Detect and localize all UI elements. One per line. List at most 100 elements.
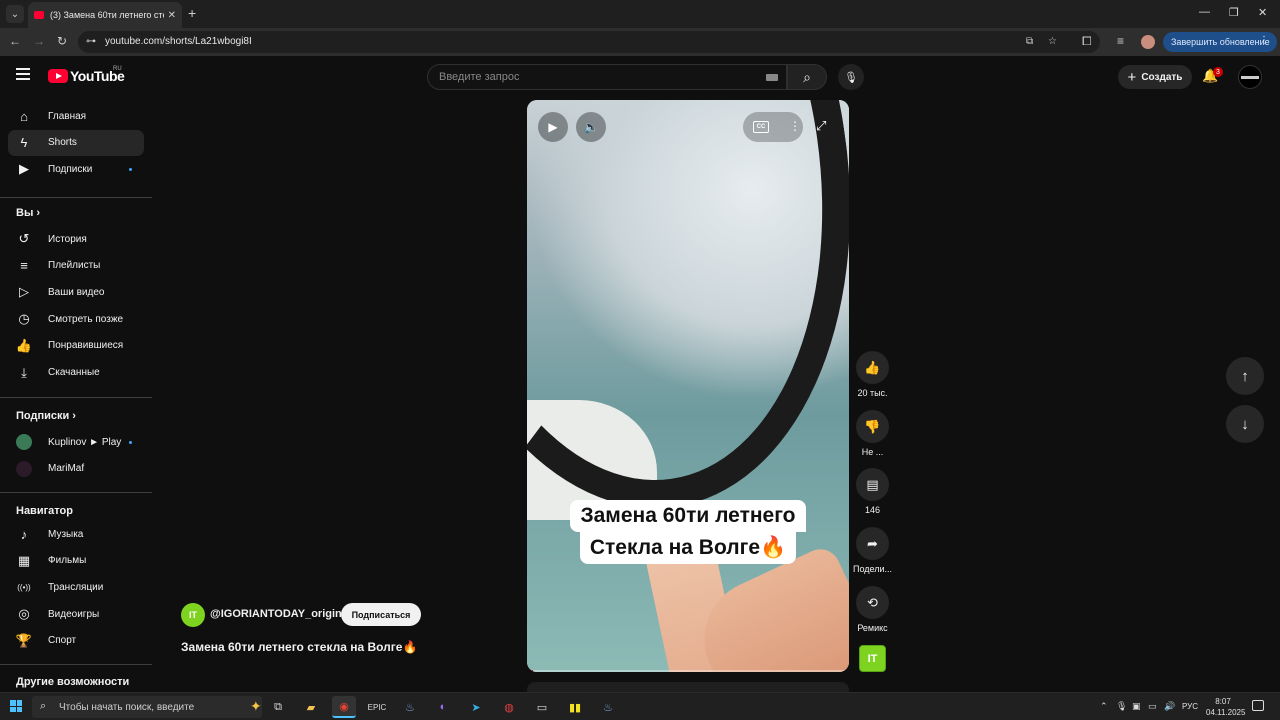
sidebar-item-movies[interactable]: ▦ Фильмы	[8, 548, 144, 574]
browser-tab[interactable]: (3) Замена 60ти летнего стекла ✕	[28, 2, 182, 28]
volume-tray-icon[interactable]: 🔊	[1164, 701, 1175, 712]
game-app-icon[interactable]: ▮▮	[563, 696, 587, 718]
back-icon[interactable]: ←	[9, 34, 21, 48]
address-bar[interactable]: ⊶ youtube.com/shorts/La21wbogi8I ⧉ ☆	[78, 31, 1100, 53]
bookmark-star-icon[interactable]: ☆	[1048, 36, 1057, 47]
captions-icon[interactable]: CC	[753, 121, 769, 133]
like-count: 20 тыс.	[857, 388, 888, 398]
url-text[interactable]: youtube.com/shorts/La21wbogi8I	[105, 36, 252, 47]
restore-icon[interactable]: ❐	[1229, 6, 1239, 19]
fullscreen-icon[interactable]: ⤢	[816, 118, 826, 134]
discord-icon[interactable]: ◐	[431, 696, 455, 718]
video-progress-fill	[527, 670, 534, 672]
channel-avatar[interactable]: IT	[181, 603, 205, 627]
sidebar-item-watch-later[interactable]: ◷ Смотреть позже	[8, 306, 144, 332]
taskbar-search-input[interactable]: ⌕ Чтобы начать поиск, введите ✦	[32, 696, 262, 718]
sidebar-item-gaming[interactable]: ◎ Видеоигры	[8, 601, 144, 627]
sidebar-item-label: Скачанные	[48, 367, 100, 378]
system-clock[interactable]: 8:07 04.11.2025	[1206, 696, 1246, 718]
subscribe-button[interactable]: Подписаться	[341, 603, 421, 626]
play-button[interactable]: ▶	[538, 112, 568, 142]
microphone-tray-icon[interactable]: 🎙	[1116, 701, 1127, 712]
windows-start-icon[interactable]	[10, 700, 22, 712]
input-language[interactable]: РУС	[1182, 702, 1198, 711]
comments-button[interactable]: ▤	[856, 468, 889, 501]
short-video-player[interactable]: ▶ 🔈 CC ⋮ ⤢ Замена 60ти летнего Стекла на…	[527, 100, 849, 672]
window-close-icon[interactable]: ✕	[1258, 6, 1267, 19]
youtube-favicon-icon	[34, 11, 44, 19]
extensions-icon[interactable]: ⧠	[1082, 34, 1092, 49]
browser-menu-icon[interactable]: ⋮	[1259, 35, 1269, 46]
tab-search-button[interactable]: ⌄	[6, 5, 24, 23]
media-controls-icon[interactable]: ≡	[1117, 34, 1124, 48]
tray-chevron-icon[interactable]: ⌃	[1100, 701, 1108, 712]
account-avatar[interactable]	[1238, 65, 1262, 89]
sidebar-item-home[interactable]: ⌂ Главная	[8, 103, 144, 129]
tab-title: (3) Замена 60ти летнего стекла	[50, 10, 164, 20]
telegram-icon[interactable]: ➤	[464, 696, 488, 718]
file-explorer-icon[interactable]: ▰	[299, 696, 323, 718]
next-short-button[interactable]: ↓	[1226, 405, 1264, 443]
search-input[interactable]: Введите запрос	[427, 64, 787, 90]
steam-app-icon[interactable]: ♨	[596, 696, 620, 718]
like-button[interactable]: 👍	[856, 351, 889, 384]
share-button[interactable]: ➦	[856, 527, 889, 560]
clock-date: 04.11.2025	[1206, 708, 1246, 717]
sidebar-section-subscriptions[interactable]: Подписки ›	[16, 410, 76, 422]
terminal-icon[interactable]: ▭	[530, 696, 554, 718]
previous-short-button[interactable]: ↑	[1226, 357, 1264, 395]
sidebar-item-label: Музыка	[48, 528, 84, 540]
forward-icon[interactable]: →	[33, 34, 45, 48]
network-tray-icon[interactable]: ▭	[1148, 701, 1157, 712]
search-button[interactable]: ⌕	[787, 64, 827, 90]
display-tray-icon[interactable]: ▣	[1132, 701, 1141, 712]
guide-menu-icon[interactable]	[16, 68, 32, 84]
downloads-icon: ⤓	[21, 364, 27, 380]
create-button[interactable]: + Создать	[1118, 65, 1192, 89]
sidebar-item-music[interactable]: ♪ Музыка	[8, 521, 144, 547]
sidebar-item-shorts[interactable]: ϟ Shorts	[8, 129, 144, 156]
sidebar-item-subscriptions[interactable]: ▶ Подписки	[8, 156, 144, 182]
sidebar-item-channel-1[interactable]: Kuplinov ► Play	[8, 429, 144, 455]
sidebar-item-liked[interactable]: 👍 Понравившиеся	[8, 333, 144, 359]
more-options-icon[interactable]: ⋮	[789, 119, 801, 133]
site-info-icon[interactable]: ⊶	[86, 36, 96, 47]
copilot-icon[interactable]: ✦	[250, 698, 262, 715]
sidebar-item-sports[interactable]: 🏆 Спорт	[8, 628, 144, 654]
sidebar-item-label: Ваши видео	[48, 286, 105, 298]
sidebar-item-history[interactable]: ↺ История	[8, 226, 144, 252]
plus-icon: +	[1127, 68, 1137, 86]
reload-icon[interactable]: ↻	[57, 34, 67, 48]
sidebar-item-your-videos[interactable]: ▷ Ваши видео	[8, 279, 144, 305]
update-button[interactable]: Завершить обновление ⋮	[1163, 32, 1277, 52]
obs-icon[interactable]: ◍	[497, 696, 521, 718]
sidebar-item-label: Главная	[48, 110, 87, 122]
profile-avatar[interactable]	[1141, 35, 1155, 49]
sidebar-item-downloads[interactable]: ⤓ Скачанные	[8, 360, 144, 386]
search-icon: ⌕	[803, 68, 811, 85]
minimize-icon[interactable]: —	[1199, 6, 1210, 18]
remix-button[interactable]: ⟲	[856, 586, 889, 619]
sidebar-item-live[interactable]: ((•)) Трансляции	[8, 574, 144, 600]
notification-center-icon[interactable]	[1252, 700, 1264, 711]
steam-icon[interactable]: ♨	[398, 696, 422, 718]
install-app-icon[interactable]: ⧉	[1026, 36, 1033, 47]
sidebar-item-label: Смотреть позже	[48, 313, 124, 325]
voice-search-button[interactable]: 🎙	[838, 64, 864, 90]
epic-games-icon[interactable]: EPIC	[365, 696, 389, 718]
task-view-icon[interactable]: ⧉	[266, 696, 290, 718]
new-tab-icon[interactable]: +	[188, 5, 196, 21]
chrome-icon[interactable]: ◉	[332, 696, 356, 718]
channel-thumbnail[interactable]: IT	[859, 645, 886, 672]
gaming-icon: ◎	[18, 606, 30, 622]
video-progress-bar[interactable]	[527, 670, 849, 672]
channel-handle[interactable]: @IGORIANTODAY_original	[210, 608, 351, 620]
mute-button[interactable]: 🔈	[576, 112, 606, 142]
tab-close-icon[interactable]: ✕	[168, 10, 176, 21]
dislike-button[interactable]: 👎	[856, 410, 889, 443]
sidebar-item-playlists[interactable]: ≡ Плейлисты	[8, 253, 144, 279]
history-icon: ↺	[18, 231, 30, 246]
sidebar-item-channel-2[interactable]: MariMaf	[8, 456, 144, 482]
keyboard-icon[interactable]	[766, 74, 778, 81]
sidebar-section-you[interactable]: Вы ›	[16, 207, 40, 219]
